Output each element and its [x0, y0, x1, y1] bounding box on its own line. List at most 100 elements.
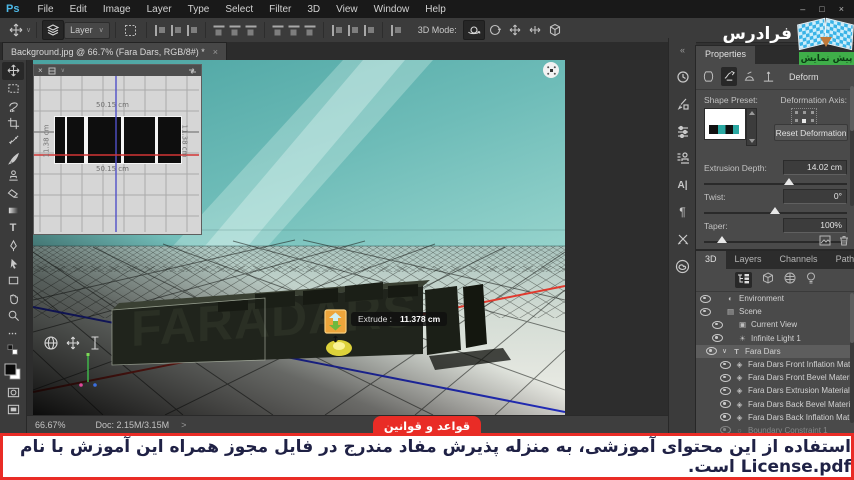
filter-meshes-icon[interactable]: [762, 272, 774, 284]
visibility-eye-icon[interactable]: [700, 294, 711, 303]
auto-select-3d-icon[interactable]: [42, 20, 65, 40]
tab-close-icon[interactable]: ×: [213, 47, 218, 57]
properties-scrollbar[interactable]: [850, 86, 854, 206]
tool-caret-icon[interactable]: ∨: [26, 26, 31, 34]
tab-paths[interactable]: Paths: [827, 251, 854, 269]
zoom-tool[interactable]: [2, 307, 24, 325]
screen-mode-icon[interactable]: [2, 401, 24, 419]
creative-cloud-icon[interactable]: [673, 257, 693, 275]
paragraph-panel-icon[interactable]: ¶: [673, 203, 693, 221]
secondary-view-close-icon[interactable]: ×: [38, 66, 43, 75]
distribute-widths-icon[interactable]: [390, 24, 402, 36]
align-horizontal-centers-icon[interactable]: [170, 24, 182, 36]
move-tool-icon[interactable]: [6, 21, 26, 39]
3d-panel-scrollbar[interactable]: [850, 293, 854, 423]
menu-image[interactable]: Image: [95, 4, 139, 15]
close-button[interactable]: ×: [839, 4, 844, 14]
3d-tree-row-scene[interactable]: ▤ Scene: [696, 305, 854, 318]
cap-properties-icon[interactable]: [743, 70, 756, 83]
visibility-eye-icon[interactable]: [720, 400, 731, 409]
menu-select[interactable]: Select: [217, 4, 261, 15]
3d-orbit-mode-icon[interactable]: [462, 20, 485, 40]
extrusion-depth-value[interactable]: 14.02 cm: [783, 160, 847, 175]
align-top-edges-icon[interactable]: [213, 24, 224, 36]
tab-3d[interactable]: 3D: [696, 251, 726, 269]
default-colors-icon[interactable]: [2, 342, 24, 360]
document-tab[interactable]: Background.jpg @ 66.7% (Fara Dars, RGB/8…: [2, 42, 227, 60]
3d-slide-mode-icon[interactable]: [525, 21, 545, 39]
deform-properties-icon[interactable]: [721, 67, 737, 86]
menu-filter[interactable]: Filter: [261, 4, 299, 15]
shape-preset-scroll[interactable]: [746, 108, 757, 146]
distribute-horizontal-icon[interactable]: [347, 24, 359, 36]
menu-help[interactable]: Help: [417, 4, 454, 15]
distribute-top-icon[interactable]: [272, 24, 283, 36]
menu-type[interactable]: Type: [180, 4, 218, 15]
eyedropper-tool[interactable]: [2, 132, 24, 150]
restore-button[interactable]: □: [819, 4, 824, 14]
distribute-bottom-icon[interactable]: [304, 24, 315, 36]
gradient-tool[interactable]: [2, 202, 24, 220]
crop-tool[interactable]: [2, 115, 24, 133]
zoom-level[interactable]: 66.67%: [35, 420, 66, 430]
history-panel-icon[interactable]: [673, 68, 693, 86]
3d-tree-row-material[interactable]: ◈ Fara Dars Front Bevel Material: [696, 371, 854, 384]
distribute-right-icon[interactable]: [363, 24, 375, 36]
filter-materials-icon[interactable]: [784, 272, 796, 284]
hand-tool[interactable]: [2, 290, 24, 308]
visibility-eye-icon[interactable]: [720, 386, 731, 395]
3d-tree-row-material[interactable]: ◈ Fara Dars Back Inflation Mat...: [696, 411, 854, 424]
3d-viewport[interactable]: FARADARS Extrude: 11.378 cm × ∨ 50.15 c…: [33, 60, 565, 415]
3d-widget-badge[interactable]: [543, 62, 559, 78]
twist-slider[interactable]: [704, 205, 847, 215]
3d-pan-mode-icon[interactable]: [505, 21, 525, 39]
secondary-view-panel[interactable]: × ∨ 50.15 cm 50.15 cm 11.38 cm 11.38 cm: [33, 64, 202, 235]
3d-tree-row-material[interactable]: ◈ Fara Dars Extrusion Material: [696, 384, 854, 397]
expander-icon[interactable]: ∨: [721, 347, 728, 355]
lasso-tool[interactable]: [2, 97, 24, 115]
align-vertical-centers-icon[interactable]: [229, 24, 240, 36]
coordinates-properties-icon[interactable]: [762, 70, 775, 83]
type-tool[interactable]: T: [2, 220, 24, 238]
shape-tool[interactable]: [2, 272, 24, 290]
3d-roll-mode-icon[interactable]: [485, 21, 505, 39]
mesh-properties-icon[interactable]: [702, 70, 715, 83]
eraser-tool[interactable]: [2, 185, 24, 203]
transform-controls-icon[interactable]: [121, 21, 141, 39]
filter-whole-scene-icon[interactable]: [735, 272, 752, 288]
3d-tree-row-infinite-light[interactable]: ☀ Infinite Light 1: [696, 332, 854, 345]
align-right-edges-icon[interactable]: [186, 24, 198, 36]
visibility-eye-icon[interactable]: [700, 307, 711, 316]
quick-mask-icon[interactable]: [2, 384, 24, 402]
reset-deformation-button[interactable]: Reset Deformation: [774, 124, 848, 141]
view-caret-icon[interactable]: ∨: [61, 67, 65, 74]
3d-tree-row-material[interactable]: ◈ Fara Dars Back Bevel Material: [696, 398, 854, 411]
clone-source-panel-icon[interactable]: [673, 149, 693, 167]
adjustments-panel-icon[interactable]: [673, 122, 693, 140]
menu-layer[interactable]: Layer: [139, 4, 180, 15]
menu-view[interactable]: View: [328, 4, 366, 15]
foreground-background-swatch[interactable]: [2, 360, 24, 384]
distribute-left-icon[interactable]: [331, 24, 343, 36]
tab-layers[interactable]: Layers: [726, 251, 771, 269]
3d-scale-mode-icon[interactable]: [545, 21, 565, 39]
clone-stamp-tool[interactable]: [2, 167, 24, 185]
3d-tree-row-environment[interactable]: ◐ Environment: [696, 292, 854, 305]
filter-lights-icon[interactable]: [806, 272, 816, 285]
status-options-chevron[interactable]: >: [181, 420, 186, 430]
brush-tool[interactable]: [2, 150, 24, 168]
twist-value[interactable]: 0°: [783, 189, 847, 204]
marquee-tool[interactable]: [2, 80, 24, 98]
3d-tree-row-current-view[interactable]: ▣ Current View: [696, 318, 854, 331]
delete-icon[interactable]: [839, 235, 849, 246]
3d-tree-row-material[interactable]: ◈ Fara Dars Front Inflation Mat...: [696, 358, 854, 371]
menu-file[interactable]: File: [29, 4, 61, 15]
visibility-eye-icon[interactable]: [712, 334, 723, 343]
pen-tool[interactable]: [2, 237, 24, 255]
visibility-eye-icon[interactable]: [712, 320, 723, 329]
view-select-icon[interactable]: [48, 67, 56, 75]
move-tool[interactable]: [2, 62, 24, 80]
auto-select-target-dropdown[interactable]: Layer ∨: [64, 21, 110, 39]
edit-toolbar-icon[interactable]: ⋯: [2, 325, 24, 343]
menu-window[interactable]: Window: [366, 4, 418, 15]
